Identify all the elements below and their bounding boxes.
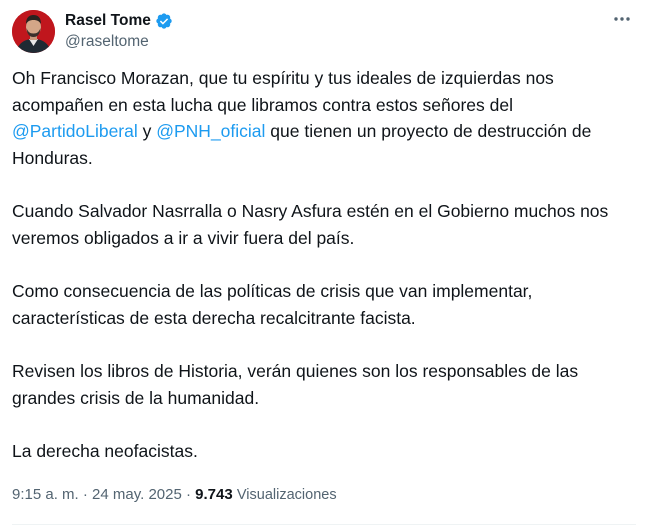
divider — [12, 524, 636, 525]
paragraph-3: Como consecuencia de las políticas de cr… — [12, 281, 533, 328]
meta-separator: · — [181, 486, 196, 503]
paragraph-1-text-a: Oh Francisco Morazan, que tu espíritu y … — [12, 68, 554, 115]
paragraph-5: La derecha neofacistas. — [12, 441, 198, 461]
tweet-date[interactable]: 24 may. 2025 — [92, 486, 182, 503]
mention-partidoliberal[interactable]: @PartidoLiberal — [12, 121, 138, 141]
avatar[interactable] — [12, 10, 55, 53]
tweet-meta: 9:15 a. m. · 24 may. 2025 · 9.743 Visual… — [12, 486, 337, 503]
more-dots — [614, 17, 630, 21]
paragraph-1-text-b: y — [137, 121, 157, 141]
meta-separator: · — [78, 486, 93, 503]
tweet: Rasel Tome @raseltome Oh Francisco Moraz… — [0, 0, 653, 527]
views-label: Visualizaciones — [236, 487, 337, 503]
author-handle[interactable]: @raseltome — [65, 33, 173, 51]
author-info: Rasel Tome @raseltome — [65, 10, 173, 51]
tweet-time[interactable]: 9:15 a. m. — [12, 486, 79, 503]
views-count: 9.743 — [195, 486, 233, 503]
paragraph-1: Oh Francisco Morazan, que tu espíritu y … — [12, 65, 640, 171]
avatar-image — [12, 10, 55, 53]
mention-pnh-oficial[interactable]: @PNH_oficial — [156, 121, 265, 141]
more-horizontal-icon[interactable] — [612, 9, 632, 29]
verified-badge-icon[interactable] — [155, 12, 173, 30]
paragraph-4: Revisen los libros de Historia, verán qu… — [12, 361, 579, 408]
tweet-text: Oh Francisco Morazan, que tu espíritu y … — [12, 65, 640, 465]
tweet-header: Rasel Tome @raseltome — [12, 9, 640, 53]
author-name[interactable]: Rasel Tome — [65, 12, 151, 30]
paragraph-2: Cuando Salvador Nasrralla o Nasry Asfura… — [12, 201, 609, 248]
name-row: Rasel Tome — [65, 10, 173, 31]
